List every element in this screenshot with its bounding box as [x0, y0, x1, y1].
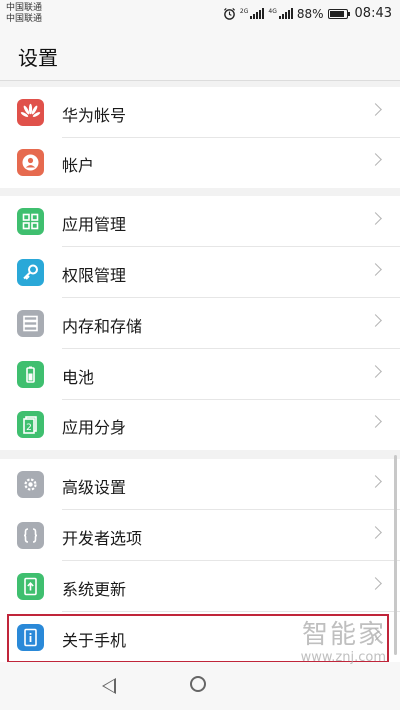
status-bar: 中国联通 中国联通 2G 4G 88% 08:43: [0, 0, 400, 30]
watermark-logo: 智能家: [301, 620, 386, 650]
back-icon[interactable]: [102, 678, 116, 694]
battery-icon: [327, 8, 350, 19]
clock: 08:43: [354, 6, 392, 21]
settings-item-label: 系统更新: [62, 580, 127, 599]
settings-item-label: 权限管理: [62, 266, 127, 285]
settings-item-huawei-account[interactable]: 华为帐号: [0, 87, 400, 138]
settings-item-label: 华为帐号: [62, 106, 127, 125]
chevron-right-icon: [369, 475, 382, 488]
settings-item-accounts[interactable]: 帐户: [0, 137, 400, 188]
signal-icon-2: 4G: [268, 8, 293, 19]
page-title: 设置: [18, 46, 58, 70]
app-twin-icon: 2: [17, 411, 44, 438]
settings-item-app-management[interactable]: 应用管理: [0, 196, 400, 247]
settings-item-developer-options[interactable]: 开发者选项: [0, 510, 400, 561]
braces-icon: [17, 522, 44, 549]
settings-item-label: 高级设置: [62, 478, 127, 497]
group-device: 应用管理 权限管理 内存和存储 电池 2 应用分身: [0, 196, 400, 450]
settings-item-permission-management[interactable]: 权限管理: [0, 247, 400, 298]
watermark-url: www.znj.com: [300, 650, 386, 665]
storage-icon: [17, 310, 44, 337]
home-icon[interactable]: [190, 676, 206, 692]
settings-item-app-twin[interactable]: 2 应用分身: [0, 399, 400, 450]
key-icon: [17, 259, 44, 286]
settings-item-label: 帐户: [62, 156, 95, 175]
update-icon: [17, 573, 44, 600]
settings-item-label: 电池: [62, 368, 95, 387]
carrier-1: 中国联通: [6, 3, 43, 13]
settings-item-battery[interactable]: 电池: [0, 349, 400, 400]
gear-icon: [17, 471, 44, 498]
chevron-right-icon: [369, 415, 382, 428]
chevron-right-icon: [369, 577, 382, 590]
settings-item-label: 开发者选项: [62, 529, 143, 548]
signal-icon-1: 2G: [239, 8, 265, 19]
huawei-logo-icon: [17, 99, 44, 126]
settings-item-advanced-settings[interactable]: 高级设置: [0, 459, 400, 510]
apps-grid-icon: [17, 208, 44, 235]
battery-settings-icon: [17, 361, 44, 388]
chevron-right-icon: [369, 314, 382, 327]
chevron-right-icon: [369, 526, 382, 539]
watermark: 智能家 www.znj.com: [301, 620, 386, 665]
carrier-2: 中国联通: [6, 14, 43, 24]
network-type-2: 4G: [268, 8, 277, 15]
battery-percent: 88%: [296, 6, 324, 21]
alarm-icon: [223, 7, 235, 20]
app-header: 设置: [0, 30, 400, 81]
carrier-info: 中国联通 中国联通: [6, 3, 42, 25]
settings-item-label: 应用管理: [62, 215, 127, 234]
settings-item-label: 内存和存储: [62, 317, 143, 336]
chevron-right-icon: [369, 153, 382, 166]
scrollbar[interactable]: [394, 455, 397, 655]
chevron-right-icon: [369, 212, 382, 225]
group-account: 华为帐号 帐户: [0, 87, 400, 188]
chevron-right-icon: [369, 365, 382, 378]
chevron-right-icon: [369, 263, 382, 276]
settings-item-memory-storage[interactable]: 内存和存储: [0, 298, 400, 349]
settings-item-system-update[interactable]: 系统更新: [0, 561, 400, 612]
svg-text:2: 2: [26, 423, 32, 433]
status-icons: 2G 4G 88% 08:43: [223, 6, 392, 21]
network-type-1: 2G: [239, 8, 249, 15]
navigation-bar: [0, 662, 400, 710]
settings-item-label: 应用分身: [62, 418, 127, 437]
chevron-right-icon: [369, 103, 382, 116]
user-icon: [17, 149, 44, 176]
